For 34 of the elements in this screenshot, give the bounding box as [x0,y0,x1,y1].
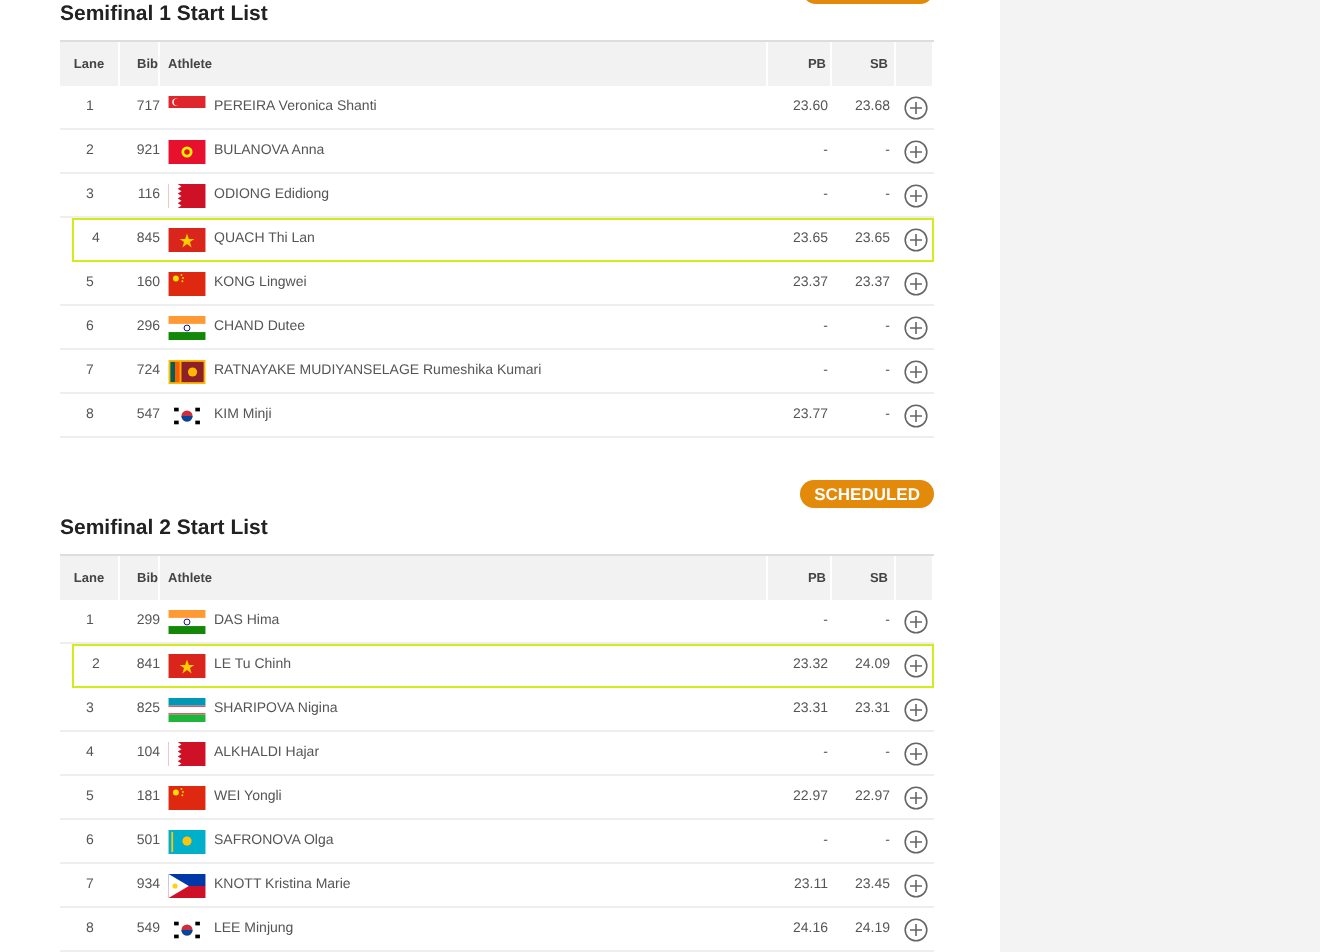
expand-plus-icon[interactable] [903,95,927,119]
expand-plus-icon[interactable] [903,873,927,897]
status-badge: SCHEDULED [800,480,934,508]
flag-icon [168,653,206,677]
flag-icon [168,139,206,163]
flag-icon [168,403,206,427]
flag-icon [168,609,206,633]
flag-icon [168,917,206,941]
section-title: Semifinal 1 Start List [60,0,268,28]
flag-icon [168,271,206,295]
expand-plus-icon[interactable] [903,741,927,765]
expand-plus-icon[interactable] [903,653,927,677]
expand-plus-icon[interactable] [903,697,927,721]
flag-icon [168,359,206,383]
flag-icon [168,873,206,897]
expand-plus-icon[interactable] [903,139,927,163]
flag-icon [168,227,206,251]
expand-plus-icon[interactable] [903,917,927,941]
flag-icon [168,315,206,339]
expand-plus-icon[interactable] [903,271,927,295]
expand-plus-icon[interactable] [903,403,927,427]
expand-plus-icon[interactable] [903,829,927,853]
flag-icon [168,785,206,809]
flag-icon [168,741,206,765]
expand-plus-icon[interactable] [903,227,927,251]
flag-icon [168,829,206,853]
expand-plus-icon[interactable] [903,609,927,633]
section-title: Semifinal 2 Start List [60,514,268,542]
expand-plus-icon[interactable] [903,359,927,383]
flag-icon [168,183,206,207]
flag-icon [168,697,206,721]
expand-plus-icon[interactable] [903,785,927,809]
expand-plus-icon[interactable] [903,315,927,339]
expand-plus-icon[interactable] [903,183,927,207]
